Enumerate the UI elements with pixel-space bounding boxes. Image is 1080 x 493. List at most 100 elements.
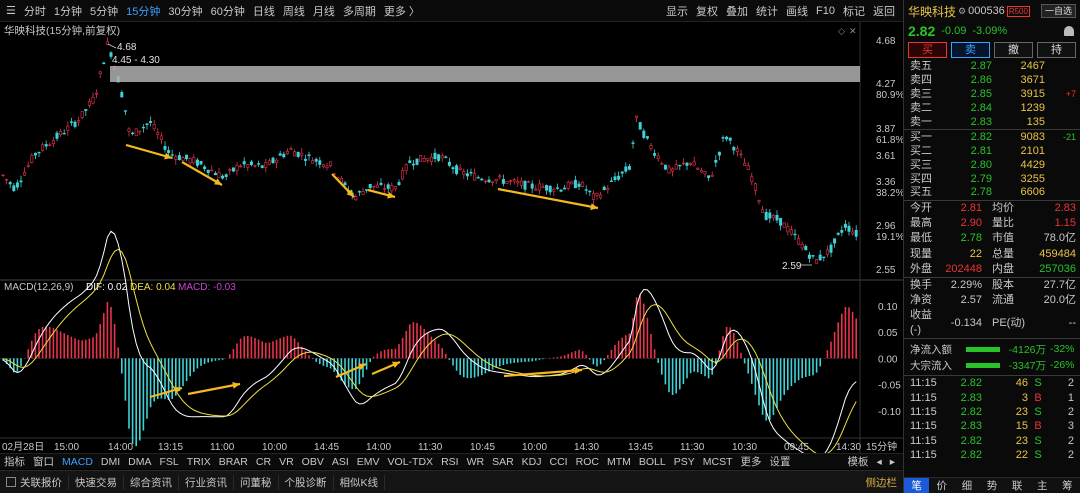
candle-body (534, 188, 538, 191)
bottom-item-0[interactable]: 关联报价 (0, 474, 69, 490)
period-tab-1[interactable]: 1分钟 (50, 3, 86, 19)
bottom-item-1[interactable]: 快速交易 (69, 474, 124, 490)
panel-tab-3[interactable]: 势 (979, 478, 1004, 493)
kline-chart[interactable]: 4.684.2780.9%3.8761.8%3.613.3638.2%2.961… (0, 22, 904, 462)
tool-6[interactable]: 标记 (839, 3, 869, 19)
panel-tab-2[interactable]: 细 (954, 478, 979, 493)
price-axis-label: 4.68 (876, 36, 896, 47)
tool-2[interactable]: 叠加 (722, 3, 752, 19)
candle-body (552, 189, 556, 192)
ask-price: 2.84 (970, 102, 992, 115)
panel-tab-0[interactable]: 笔 (904, 478, 930, 493)
indicator-tab-25[interactable]: 设置 (766, 454, 795, 469)
sidebar-toggle[interactable]: 侧边栏 (866, 475, 904, 490)
add-watchlist-button[interactable]: 一自选 (1040, 4, 1076, 18)
price-change: -0.09 (941, 25, 967, 37)
gear-icon[interactable]: ⚙ (958, 6, 966, 17)
indicator-tab-15[interactable]: WR (463, 456, 489, 468)
tool-1[interactable]: 复权 (692, 3, 722, 19)
indicator-tab-7[interactable]: BRAR (215, 456, 252, 468)
candle-body (476, 177, 480, 179)
indicator-tab-2[interactable]: MACD (58, 456, 97, 468)
tick-volume: 23 (1015, 434, 1028, 447)
tool-0[interactable]: 显示 (662, 3, 692, 19)
candle-body (131, 132, 135, 135)
indicator-tab-18[interactable]: CCI (546, 456, 572, 468)
stat-key: 外盘 (910, 262, 932, 275)
panel-tab-6[interactable]: 筹 (1055, 478, 1080, 493)
indicator-tab-12[interactable]: EMV (353, 456, 384, 468)
candle-body (473, 173, 477, 181)
tool-7[interactable]: 返回 (869, 3, 899, 19)
tool-3[interactable]: 统计 (752, 3, 782, 19)
period-tab-3[interactable]: 15分钟 (122, 3, 164, 19)
indicator-tab-8[interactable]: CR (252, 456, 275, 468)
candle-body (55, 132, 59, 139)
bid-row: 买三 2.80 4429 (904, 158, 1080, 172)
period-tab-5[interactable]: 60分钟 (207, 3, 249, 19)
panel-tab-5[interactable]: 主 (1030, 478, 1055, 493)
indicator-tab-10[interactable]: OBV (298, 456, 328, 468)
quote-header: 华映科技 ⚙ 000536 R500 一自选 (904, 0, 1080, 22)
indicator-tab-0[interactable]: 指标 (0, 454, 29, 469)
indicator-tab-9[interactable]: VR (275, 456, 298, 468)
stat-key: 现量 (910, 247, 932, 260)
bid-label: 买二 (910, 144, 932, 157)
panel-tab-4[interactable]: 联 (1005, 478, 1030, 493)
trade-button-2[interactable]: 撤 (994, 42, 1033, 58)
bottom-item-2[interactable]: 综合资讯 (124, 474, 179, 490)
template-button[interactable]: 模板 (843, 454, 872, 469)
indicator-tab-24[interactable]: 更多 (737, 454, 766, 469)
period-tab-10[interactable]: 更多 〉 (380, 3, 424, 19)
period-tab-0[interactable]: 分时 (20, 3, 50, 19)
period-tab-6[interactable]: 日线 (249, 3, 279, 19)
ask-volume: 2467 (1020, 60, 1045, 73)
indicator-tab-17[interactable]: KDJ (518, 456, 546, 468)
indicator-tab-20[interactable]: MTM (603, 456, 635, 468)
indicator-tab-4[interactable]: DMA (124, 456, 155, 468)
period-tab-2[interactable]: 5分钟 (86, 3, 122, 19)
bottom-item-3[interactable]: 行业资讯 (179, 474, 234, 490)
indicator-tab-3[interactable]: DMI (97, 456, 124, 468)
bottom-item-5[interactable]: 个股诊断 (279, 474, 334, 490)
indicator-tab-13[interactable]: VOL-TDX (384, 456, 438, 468)
trade-button-1[interactable]: 卖 (951, 42, 990, 58)
candle-body (829, 244, 833, 253)
trade-button-0[interactable]: 买 (908, 42, 947, 58)
indicator-tab-21[interactable]: BOLL (635, 456, 670, 468)
tick-row: 11:15 2.82 46 S 2 (904, 376, 1080, 390)
candle-body (192, 157, 196, 164)
candle-body (631, 142, 635, 144)
indicator-tab-6[interactable]: TRIX (183, 456, 215, 468)
indicator-tab-1[interactable]: 窗口 (29, 454, 58, 469)
period-tab-9[interactable]: 多周期 (339, 3, 380, 19)
indicator-tab-22[interactable]: PSY (670, 456, 699, 468)
tick-list: 11:15 2.82 46 S 2 11:15 2.83 3 B 1 11:15 2.82 23 S 2 11… (904, 376, 1080, 462)
candle-body (174, 156, 178, 160)
indicator-tab-5[interactable]: FSL (156, 456, 183, 468)
tool-4[interactable]: 画线 (782, 3, 812, 19)
tool-5[interactable]: F10 (812, 5, 839, 17)
indicator-tab-16[interactable]: SAR (488, 456, 518, 468)
stat-key-2: 市值 (992, 232, 1014, 245)
panel-tab-1[interactable]: 价 (929, 478, 954, 493)
scroll-left-icon[interactable]: ◂ (872, 456, 885, 468)
indicator-tab-14[interactable]: RSI (437, 456, 463, 468)
candle-body (455, 165, 459, 175)
candle-body (206, 169, 210, 173)
menu-icon[interactable]: ☰ (2, 4, 20, 17)
period-tab-7[interactable]: 周线 (279, 3, 309, 19)
scroll-right-icon[interactable]: ▸ (886, 456, 899, 468)
trade-button-3[interactable]: 持 (1037, 42, 1076, 58)
indicator-tab-23[interactable]: MCST (699, 456, 737, 468)
indicator-tab-19[interactable]: ROC (572, 456, 603, 468)
period-tab-8[interactable]: 月线 (309, 3, 339, 19)
bell-icon[interactable] (1064, 26, 1074, 36)
bottom-item-4[interactable]: 问董秘 (234, 474, 279, 490)
chart-area[interactable]: 4.68 4.27 80.9% 3.87 61.8% 3.61 3.36 38.2% 2.96 1… (0, 22, 904, 462)
tick-price: 2.82 (960, 448, 982, 461)
bottom-item-6[interactable]: 相似K线 (334, 474, 386, 490)
candle-body (566, 182, 570, 189)
period-tab-4[interactable]: 30分钟 (164, 3, 206, 19)
indicator-tab-11[interactable]: ASI (328, 456, 353, 468)
